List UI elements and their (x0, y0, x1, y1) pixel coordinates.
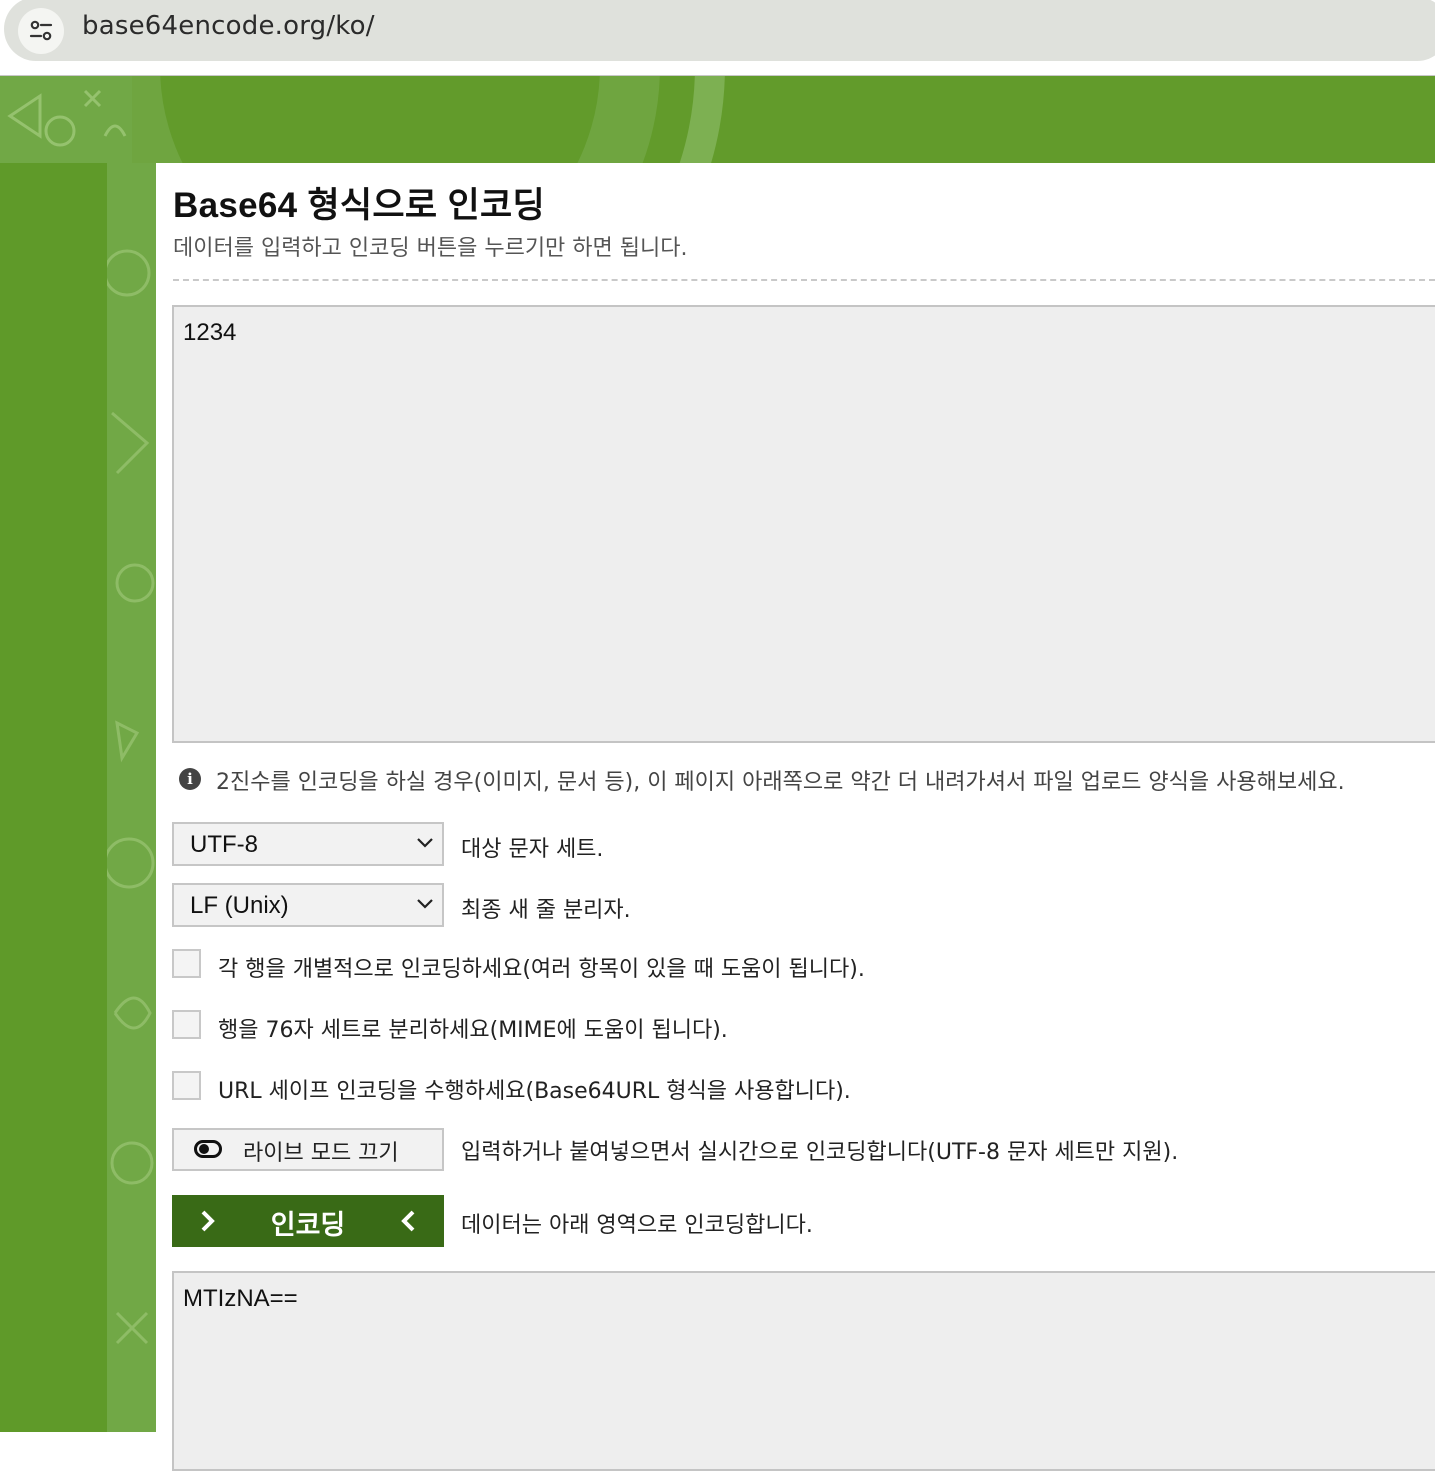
hint-text: 2진수를 인코딩을 하실 경우(이미지, 문서 등), 이 페이지 아래쪽으로 … (216, 770, 1345, 795)
browser-toolbar: base64encode.org/ko/ (0, 0, 1435, 75)
address-bar[interactable]: base64encode.org/ko/ (4, 0, 1435, 61)
newline-selected-value: LF (Unix) (190, 892, 289, 919)
encoder-panel: Base64 형식으로 인코딩 데이터를 입력하고 인코딩 버튼을 누르기만 하… (156, 163, 1435, 1471)
newline-label: 최종 새 줄 분리자. (461, 898, 631, 923)
split-76-chars-checkbox[interactable] (172, 1010, 201, 1039)
encode-description: 데이터는 아래 영역으로 인코딩합니다. (461, 1213, 813, 1238)
page-subtitle: 데이터를 입력하고 인코딩 버튼을 누르기만 하면 됩니다. (173, 236, 688, 261)
url-text[interactable]: base64encode.org/ko/ (82, 11, 375, 41)
encode-each-line-label: 각 행을 개별적으로 인코딩하세요(여러 항목이 있을 때 도움이 됩니다). (218, 957, 865, 982)
input-textarea[interactable]: 1234 (172, 305, 1435, 743)
encode-button[interactable]: 인코딩 (172, 1195, 444, 1247)
live-mode-button[interactable]: 라이브 모드 끄기 (172, 1128, 444, 1171)
split-76-chars-label: 행을 76자 세트로 분리하세요(MIME에 도움이 됩니다). (218, 1018, 728, 1043)
live-mode-label: 라이브 모드 끄기 (243, 1141, 399, 1166)
output-textarea[interactable]: MTIzNA== (172, 1271, 1435, 1471)
charset-selected-value: UTF-8 (190, 831, 258, 858)
chevron-left-icon (401, 1210, 415, 1232)
live-mode-description: 입력하거나 붙여넣으면서 실시간으로 인코딩합니다(UTF-8 문자 세트만 지… (461, 1140, 1179, 1165)
site-settings-icon[interactable] (18, 8, 64, 54)
encode-each-line-checkbox[interactable] (172, 949, 201, 978)
charset-select[interactable]: UTF-8 (172, 822, 444, 866)
doodle-pattern-top (0, 76, 132, 163)
chevron-down-icon (417, 838, 433, 848)
dashed-divider (173, 279, 1435, 281)
page-title: Base64 형식으로 인코딩 (173, 186, 545, 225)
chevron-down-icon (417, 899, 433, 909)
url-safe-checkbox[interactable] (172, 1071, 201, 1100)
info-icon: i (179, 768, 201, 790)
newline-select[interactable]: LF (Unix) (172, 883, 444, 927)
left-sidebar (0, 163, 107, 1432)
toggle-icon (194, 1140, 222, 1158)
doodle-pattern-side (107, 163, 156, 1432)
url-safe-label: URL 세이프 인코딩을 수행하세요(Base64URL 형식을 사용합니다). (218, 1079, 851, 1104)
charset-label: 대상 문자 세트. (461, 837, 604, 862)
